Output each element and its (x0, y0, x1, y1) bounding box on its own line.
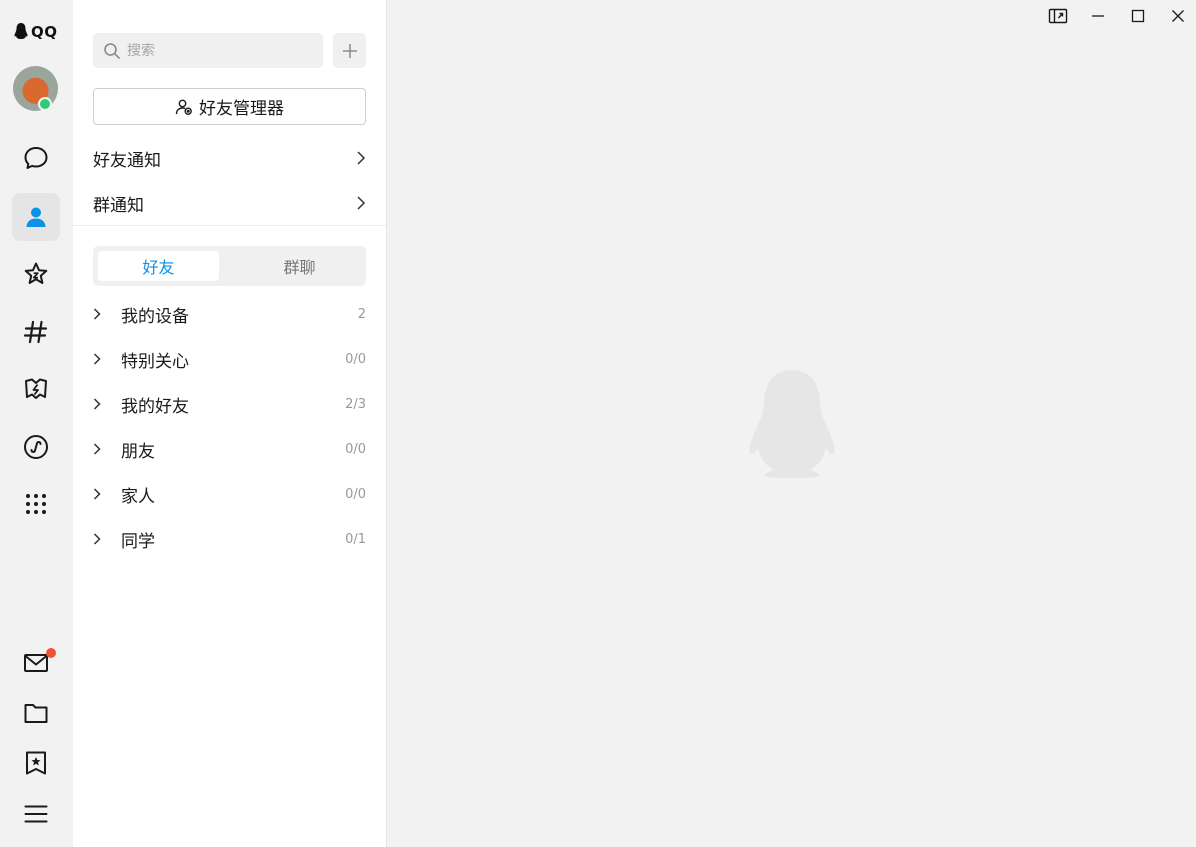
group-name: 我的好友 (121, 396, 189, 417)
group-name: 我的设备 (121, 306, 189, 327)
contacts-panel: 好友管理器 好友通知 群通知 好友 群聊 我的设备 2 特别关心 0/0 我的好友 2/3… (73, 0, 387, 847)
mini-apps-icon[interactable] (12, 423, 60, 471)
friend-group-row[interactable]: 朋友 0/0 (93, 431, 366, 467)
tab-groups[interactable]: 群聊 (239, 251, 360, 281)
maximize-icon (1131, 9, 1145, 23)
group-name: 朋友 (121, 441, 155, 462)
pin-window-button[interactable] (1046, 4, 1070, 28)
friend-notice-label: 好友通知 (93, 150, 161, 171)
nav-rail: QQ (0, 0, 73, 847)
favorites-icon[interactable] (12, 250, 60, 298)
games-icon[interactable] (12, 365, 60, 413)
group-count: 0/0 (345, 351, 366, 367)
add-button[interactable] (333, 33, 366, 68)
pin-window-icon (1048, 8, 1068, 24)
user-settings-icon (175, 99, 192, 115)
friend-notice-row[interactable]: 好友通知 (93, 140, 366, 176)
divider (73, 225, 386, 226)
group-name: 特别关心 (121, 351, 189, 372)
tab-friends[interactable]: 好友 (98, 251, 219, 281)
mail-icon[interactable] (12, 639, 60, 687)
minimize-icon (1092, 15, 1104, 17)
chevron-right-icon (93, 487, 109, 501)
minimize-button[interactable] (1086, 4, 1110, 28)
folder-icon[interactable] (12, 689, 60, 737)
chevron-right-icon (357, 151, 366, 165)
chevron-right-icon (93, 532, 109, 546)
penguin-watermark-icon (749, 370, 835, 478)
contacts-tab-switch: 好友 群聊 (93, 246, 366, 286)
search-icon (104, 42, 120, 59)
search-input[interactable] (127, 42, 307, 59)
contacts-icon[interactable] (12, 193, 60, 241)
group-count: 0/1 (345, 531, 366, 547)
friend-manager-label: 好友管理器 (199, 99, 284, 119)
close-icon (1172, 10, 1184, 22)
chevron-right-icon (93, 397, 109, 411)
plus-icon (342, 43, 357, 58)
logo-text: QQ (31, 22, 58, 41)
app-logo: QQ (13, 22, 58, 41)
online-status-badge (38, 97, 52, 111)
search-box[interactable] (93, 33, 323, 68)
friend-group-row[interactable]: 特别关心 0/0 (93, 341, 366, 377)
friend-group-row[interactable]: 同学 0/1 (93, 521, 366, 557)
group-count: 2 (357, 306, 366, 322)
bookmark-icon[interactable] (12, 739, 60, 787)
messages-icon[interactable] (12, 134, 60, 182)
friend-manager-button[interactable]: 好友管理器 (93, 88, 366, 125)
group-notice-label: 群通知 (93, 195, 144, 216)
penguin-logo-icon (14, 23, 28, 39)
chevron-right-icon (93, 307, 109, 321)
menu-icon[interactable] (12, 790, 60, 838)
group-count: 2/3 (345, 396, 366, 412)
friend-group-row[interactable]: 我的设备 2 (93, 296, 366, 332)
group-count: 0/0 (345, 486, 366, 502)
chevron-right-icon (357, 196, 366, 210)
group-name: 同学 (121, 531, 155, 552)
friend-group-row[interactable]: 家人 0/0 (93, 476, 366, 512)
channels-icon[interactable] (12, 308, 60, 356)
unread-badge (46, 648, 56, 658)
chevron-right-icon (93, 352, 109, 366)
chevron-right-icon (93, 442, 109, 456)
apps-grid-icon[interactable] (12, 480, 60, 528)
close-button[interactable] (1166, 4, 1190, 28)
friend-group-row[interactable]: 我的好友 2/3 (93, 386, 366, 422)
group-name: 家人 (121, 486, 155, 507)
group-notice-row[interactable]: 群通知 (93, 185, 366, 221)
group-count: 0/0 (345, 441, 366, 457)
maximize-button[interactable] (1126, 4, 1150, 28)
content-area (387, 0, 1196, 847)
